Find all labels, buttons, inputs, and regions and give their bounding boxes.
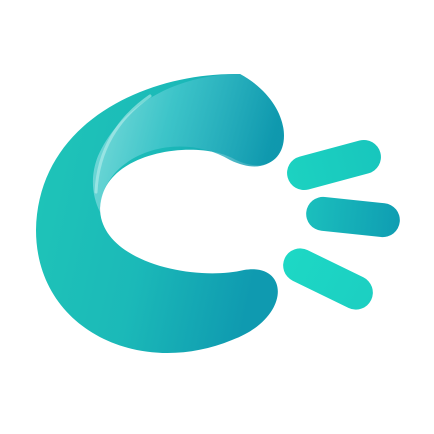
signal-ray-middle (306, 196, 400, 238)
signal-ray-bottom (283, 248, 373, 310)
logo-mark (36, 73, 400, 353)
letter-c-shape (36, 73, 284, 353)
signal-ray-top (287, 139, 381, 191)
signal-rays (283, 139, 400, 310)
logo-canvas (0, 0, 434, 434)
